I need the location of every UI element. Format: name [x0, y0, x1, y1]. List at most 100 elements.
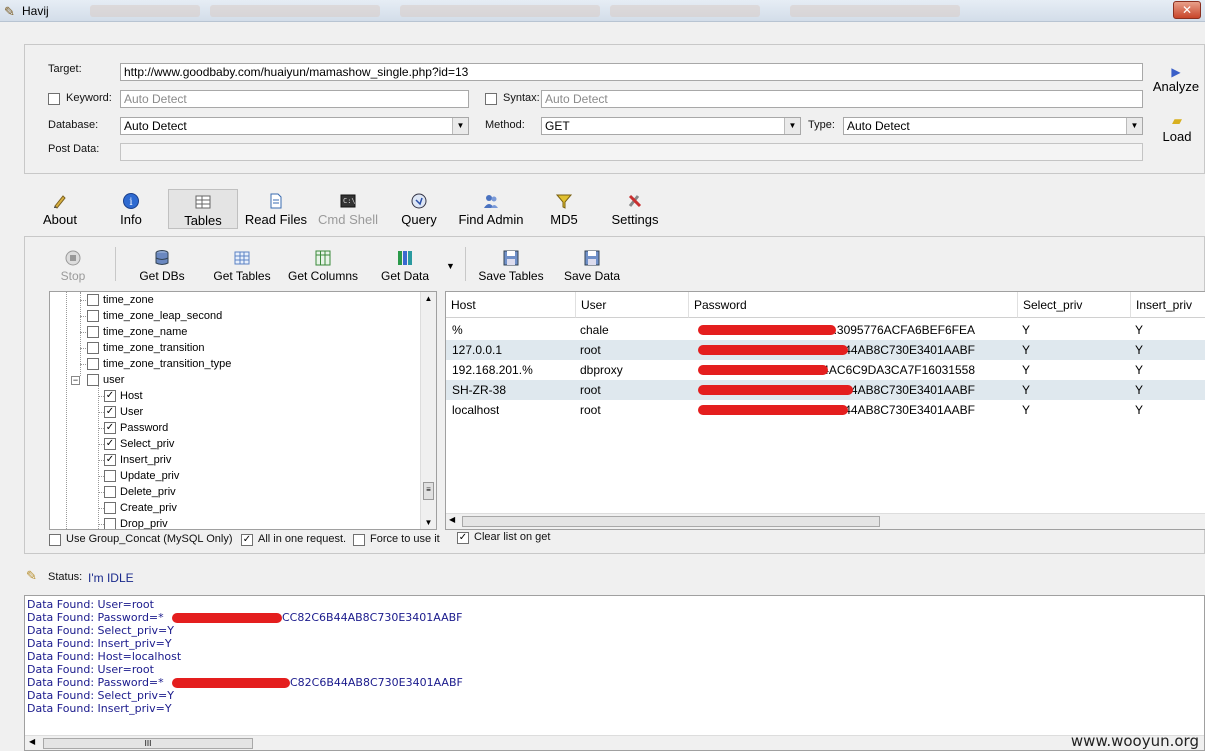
- settings-button[interactable]: Settings: [603, 192, 667, 227]
- chevron-down-icon[interactable]: ▼: [1126, 118, 1142, 134]
- scroll-left-icon[interactable]: ◀: [29, 737, 35, 746]
- method-label: Method:: [485, 119, 525, 131]
- md5-button[interactable]: MD5: [532, 192, 596, 227]
- schema-tree: time_zone time_zone_leap_second time_zon…: [49, 291, 437, 530]
- log-output[interactable]: Data Found: User=root Data Found: Passwo…: [24, 595, 1205, 751]
- close-button[interactable]: ✕: [1173, 1, 1201, 19]
- column-checkbox[interactable]: ✓: [104, 422, 116, 435]
- chevron-down-icon[interactable]: ▼: [452, 118, 468, 134]
- column-checkbox[interactable]: ✓: [104, 454, 116, 467]
- scroll-thumb[interactable]: ≡: [423, 482, 434, 500]
- tree-node-column[interactable]: Create_priv: [104, 500, 177, 516]
- grid-horizontal-scrollbar[interactable]: ◀: [446, 513, 1205, 529]
- tree-node-column[interactable]: Update_priv: [104, 468, 179, 484]
- table-checkbox[interactable]: [87, 326, 99, 339]
- scroll-up-icon[interactable]: ▲: [421, 294, 436, 303]
- tree-node-table[interactable]: time_zone_transition_type: [87, 356, 231, 372]
- cell-insert-priv: Y: [1135, 403, 1144, 417]
- keyword-checkbox[interactable]: [48, 93, 60, 105]
- stop-button[interactable]: Stop: [45, 249, 101, 283]
- get-tables-button[interactable]: Get Tables: [207, 249, 277, 283]
- cmd-shell-button[interactable]: C:\ Cmd Shell: [315, 192, 381, 227]
- tree-node-column[interactable]: ✓ Select_priv: [104, 436, 174, 452]
- force-checkbox[interactable]: [353, 534, 365, 546]
- get-data-dropdown-icon[interactable]: ▼: [446, 261, 455, 271]
- tree-node-table[interactable]: time_zone_transition: [87, 340, 205, 356]
- syntax-checkbox[interactable]: [485, 93, 497, 105]
- tree-node-column[interactable]: Delete_priv: [104, 484, 176, 500]
- column-header[interactable]: Select_priv: [1018, 292, 1131, 318]
- read-files-button[interactable]: Read Files: [243, 192, 309, 227]
- post-data-input[interactable]: [120, 143, 1143, 161]
- scroll-left-icon[interactable]: ◀: [449, 515, 455, 524]
- chevron-down-icon[interactable]: ▼: [784, 118, 800, 134]
- table-row[interactable]: % chale *...3095776ACFA6BEF6FEA Y Y: [446, 320, 1205, 340]
- cell-select-priv: Y: [1022, 323, 1031, 337]
- column-checkbox[interactable]: [104, 486, 116, 499]
- database-value: Auto Detect: [124, 119, 187, 133]
- table-checkbox[interactable]: [87, 358, 99, 371]
- table-name: time_zone_transition: [103, 342, 205, 354]
- query-button[interactable]: Query: [387, 192, 451, 227]
- tree-node-column[interactable]: Drop_priv: [104, 516, 168, 529]
- tree-node-column[interactable]: ✓ User: [104, 404, 143, 420]
- column-checkbox[interactable]: ✓: [104, 390, 116, 403]
- syntax-input[interactable]: Auto Detect: [541, 90, 1143, 108]
- group-concat-checkbox[interactable]: [49, 534, 61, 546]
- tree-node-column[interactable]: ✓ Password: [104, 420, 168, 436]
- scroll-thumb[interactable]: [462, 516, 880, 527]
- log-horizontal-scrollbar[interactable]: ◀ III: [25, 735, 1204, 750]
- tree-node-column[interactable]: ✓ Insert_priv: [104, 452, 171, 468]
- watermark: www.wooyun.org: [1070, 732, 1199, 750]
- method-select[interactable]: GET ▼: [541, 117, 801, 135]
- tree-node-table[interactable]: time_zone_leap_second: [87, 308, 222, 324]
- column-header[interactable]: Insert_priv: [1131, 292, 1205, 318]
- table-row[interactable]: localhost root *...B44AB8C730E3401AABF Y…: [446, 400, 1205, 420]
- get-columns-button[interactable]: Get Columns: [283, 249, 363, 283]
- table-row[interactable]: 192.168.201.% dbproxy *...34AC6C9DA3CA7F…: [446, 360, 1205, 380]
- clear-list-checkbox[interactable]: ✓: [457, 532, 469, 544]
- type-select[interactable]: Auto Detect ▼: [843, 117, 1143, 135]
- table-checkbox[interactable]: [87, 342, 99, 355]
- table-row[interactable]: SH-ZR-38 root *...B44AB8C730E3401AABF Y …: [446, 380, 1205, 400]
- table-checkbox[interactable]: [87, 294, 99, 307]
- get-dbs-button[interactable]: Get DBs: [129, 249, 195, 283]
- scroll-down-icon[interactable]: ▼: [421, 518, 436, 527]
- find-admin-button[interactable]: Find Admin: [456, 192, 526, 227]
- load-button[interactable]: ▰ Load: [1155, 113, 1199, 144]
- toolbar-separator: [465, 247, 466, 281]
- query-label: Query: [401, 212, 437, 227]
- tree-node-table[interactable]: time_zone: [87, 292, 154, 308]
- table-checkbox[interactable]: [87, 310, 99, 323]
- scroll-thumb[interactable]: III: [43, 738, 253, 749]
- column-header[interactable]: User: [576, 292, 689, 318]
- column-checkbox[interactable]: [104, 470, 116, 483]
- column-checkbox[interactable]: ✓: [104, 406, 116, 419]
- table-checkbox[interactable]: [87, 374, 99, 387]
- column-checkbox[interactable]: [104, 518, 116, 529]
- database-select[interactable]: Auto Detect ▼: [120, 117, 469, 135]
- column-checkbox[interactable]: ✓: [104, 438, 116, 451]
- column-checkbox[interactable]: [104, 502, 116, 515]
- info-button[interactable]: i Info: [99, 192, 163, 227]
- collapse-icon[interactable]: −: [71, 376, 80, 385]
- table-name: time_zone_name: [103, 326, 188, 338]
- target-url-input[interactable]: http://www.goodbaby.com/huaiyun/mamashow…: [120, 63, 1143, 81]
- save-tables-button[interactable]: Save Tables: [473, 249, 549, 283]
- all-in-one-checkbox[interactable]: ✓: [241, 534, 253, 546]
- log-line: Data Found: Password=*: [27, 676, 164, 689]
- column-header[interactable]: Host: [446, 292, 576, 318]
- save-data-button[interactable]: Save Data: [558, 249, 626, 283]
- keyword-input[interactable]: Auto Detect: [120, 90, 469, 108]
- cell-user: dbproxy: [580, 363, 623, 377]
- column-header[interactable]: Password: [689, 292, 1018, 318]
- table-row[interactable]: 127.0.0.1 root *...6B44AB8C730E3401AABF …: [446, 340, 1205, 360]
- tree-node-user-table[interactable]: user: [87, 372, 124, 388]
- tree-scrollbar[interactable]: ▲ ≡ ▼: [420, 292, 436, 529]
- about-button[interactable]: About: [28, 192, 92, 227]
- analyze-button[interactable]: ▶ Analyze: [1151, 65, 1201, 94]
- tab-tables[interactable]: Tables: [168, 189, 238, 229]
- tree-node-column[interactable]: ✓ Host: [104, 388, 143, 404]
- tree-node-table[interactable]: time_zone_name: [87, 324, 187, 340]
- get-data-button[interactable]: Get Data: [373, 249, 437, 283]
